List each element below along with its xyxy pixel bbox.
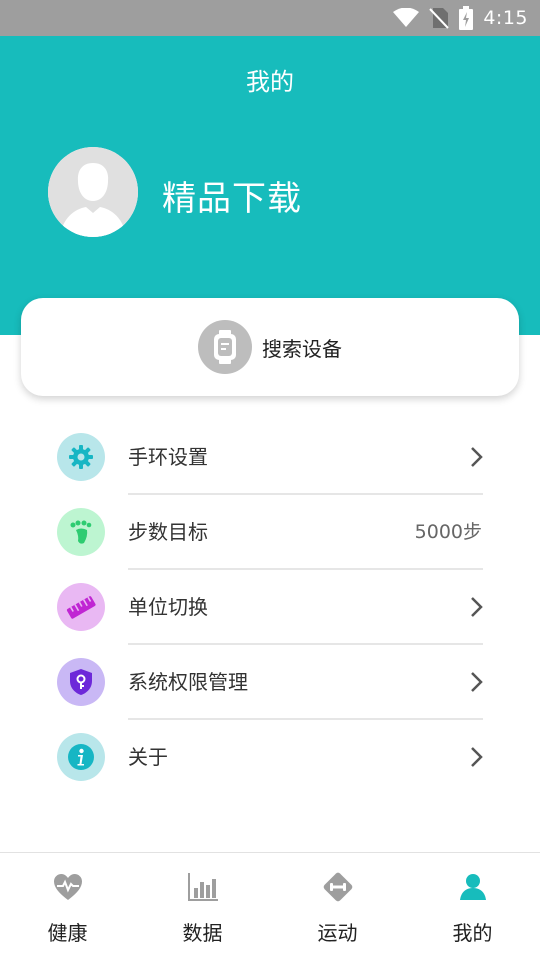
ruler-icon <box>57 583 105 631</box>
chevron-right-icon <box>471 672 483 692</box>
shield-key-icon <box>57 658 105 706</box>
dumbbell-icon <box>322 871 354 903</box>
battery-charging-icon <box>459 6 474 30</box>
chevron-right-icon <box>471 597 483 617</box>
menu-item-band-settings[interactable]: 手环设置 <box>0 420 540 495</box>
user-silhouette-icon <box>48 147 138 237</box>
settings-menu: 手环设置 步数目标 5000步 单位切换 系统权限管理 关于 <box>0 420 540 795</box>
gear-icon <box>57 433 105 481</box>
tab-sport[interactable]: 运动 <box>270 853 405 960</box>
tab-label: 我的 <box>452 921 493 945</box>
menu-item-label: 单位切换 <box>128 595 208 619</box>
status-time: 4:15 <box>483 7 528 29</box>
info-icon <box>57 733 105 781</box>
menu-item-label: 关于 <box>128 745 168 769</box>
menu-item-label: 系统权限管理 <box>128 670 248 694</box>
menu-item-label: 步数目标 <box>128 520 208 544</box>
avatar[interactable] <box>48 147 138 237</box>
step-goal-value: 5000步 <box>414 521 482 543</box>
username: 精品下载 <box>162 179 302 219</box>
tab-mine[interactable]: 我的 <box>405 853 540 960</box>
search-device-button[interactable]: 搜索设备 <box>21 298 519 396</box>
chevron-right-icon <box>471 447 483 467</box>
heart-pulse-icon <box>52 871 84 903</box>
tab-label: 健康 <box>47 921 88 945</box>
tab-label: 运动 <box>317 921 358 945</box>
person-icon <box>457 871 489 903</box>
tab-data[interactable]: 数据 <box>135 853 270 960</box>
bar-chart-icon <box>187 871 219 903</box>
tab-label: 数据 <box>182 921 223 945</box>
search-device-label: 搜索设备 <box>262 336 342 361</box>
tab-health[interactable]: 健康 <box>0 853 135 960</box>
menu-item-label: 手环设置 <box>128 445 208 469</box>
menu-item-unit-switch[interactable]: 单位切换 <box>0 570 540 645</box>
menu-item-about[interactable]: 关于 <box>0 720 540 795</box>
chevron-right-icon <box>471 747 483 767</box>
watch-icon <box>198 320 252 374</box>
status-bar: 4:15 <box>0 0 540 36</box>
menu-item-permissions[interactable]: 系统权限管理 <box>0 645 540 720</box>
bottom-tab-bar: 健康 数据 运动 我的 <box>0 852 540 960</box>
no-sim-icon <box>429 7 450 29</box>
menu-item-step-goal[interactable]: 步数目标 5000步 <box>0 495 540 570</box>
wifi-icon <box>393 8 420 28</box>
footprint-icon <box>57 508 105 556</box>
profile-header: 我的 精品下载 <box>0 36 540 335</box>
page-title: 我的 <box>246 68 294 96</box>
